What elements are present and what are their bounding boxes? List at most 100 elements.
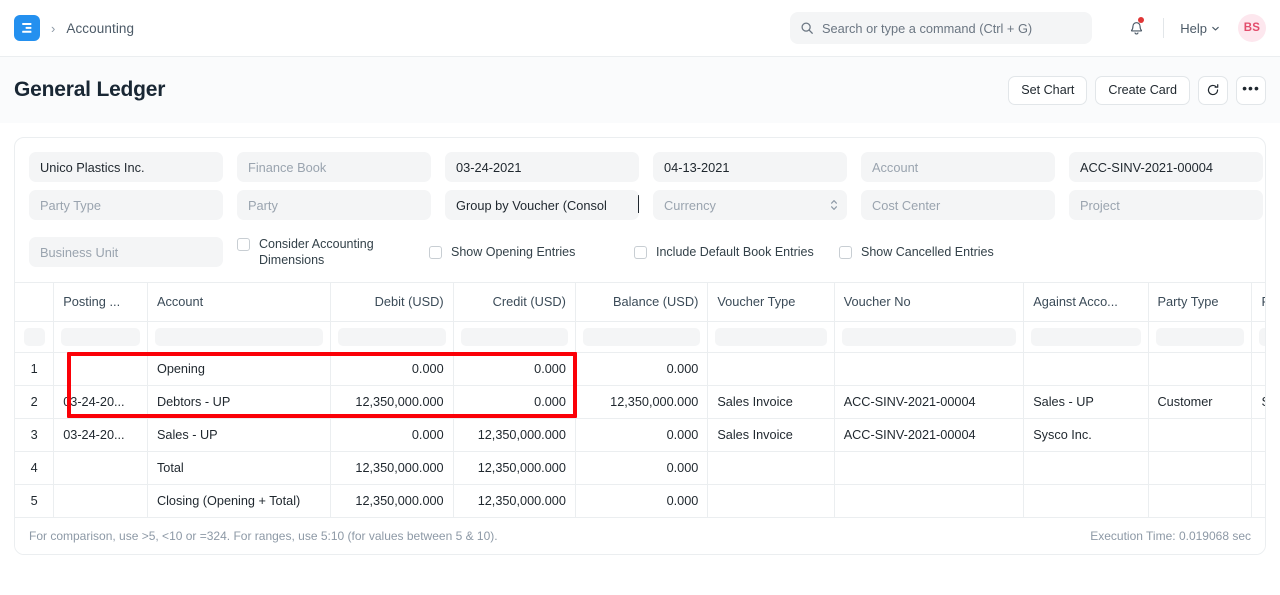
table-cell-balance[interactable]: 0.000 <box>575 484 707 517</box>
stepper-icon[interactable] <box>830 198 838 212</box>
column-filter-field[interactable] <box>155 328 323 346</box>
table-header-cell[interactable]: Voucher No <box>834 283 1024 321</box>
table-cell-party-type[interactable] <box>1148 484 1252 517</box>
table-cell-credit[interactable]: 12,350,000.000 <box>453 484 575 517</box>
checkbox-show-cancelled-entries[interactable]: Show Cancelled Entries <box>839 244 994 260</box>
table-cell-debit[interactable]: 0.000 <box>331 418 453 451</box>
global-search[interactable]: Search or type a command (Ctrl + G) <box>790 12 1092 44</box>
table-cell-balance[interactable]: 0.000 <box>575 451 707 484</box>
column-filter-field[interactable] <box>583 328 700 346</box>
table-header-cell[interactable]: Posting ... <box>54 283 148 321</box>
table-header-cell[interactable]: Voucher Type <box>708 283 834 321</box>
filter-to-date[interactable]: 04-13-2021 <box>653 152 847 182</box>
table-header-cell[interactable]: Balance (USD) <box>575 283 707 321</box>
table-header-cell[interactable]: Against Acco... <box>1024 283 1148 321</box>
table-header-cell[interactable]: Credit (USD) <box>453 283 575 321</box>
table-cell-against-account[interactable] <box>1024 352 1148 385</box>
table-cell-posting-date[interactable] <box>54 451 148 484</box>
filter-account[interactable]: Account <box>861 152 1055 182</box>
column-filter-field[interactable] <box>61 328 140 346</box>
table-cell-credit[interactable]: 0.000 <box>453 385 575 418</box>
table-cell-account[interactable]: Opening <box>147 352 330 385</box>
column-filter-input[interactable] <box>708 321 834 352</box>
table-cell-account[interactable]: Total <box>147 451 330 484</box>
table-header-index[interactable] <box>15 283 54 321</box>
erpnext-logo-icon[interactable] <box>14 15 40 41</box>
column-filter-input[interactable] <box>1148 321 1252 352</box>
table-row[interactable]: 4Total12,350,000.00012,350,000.0000.000 <box>15 451 1266 484</box>
table-cell-against-account[interactable] <box>1024 451 1148 484</box>
avatar[interactable]: BS <box>1238 14 1266 42</box>
table-cell-against-account[interactable] <box>1024 484 1148 517</box>
table-cell-posting-date[interactable] <box>54 484 148 517</box>
table-cell-party-type[interactable]: Customer <box>1148 385 1252 418</box>
filter-group-by[interactable]: Group by Voucher (Consol <box>445 190 639 220</box>
table-cell-against-account[interactable]: Sysco Inc. <box>1024 418 1148 451</box>
table-cell-account[interactable]: Sales - UP <box>147 418 330 451</box>
table-row[interactable]: 5Closing (Opening + Total)12,350,000.000… <box>15 484 1266 517</box>
table-header-cell[interactable]: Account <box>147 283 330 321</box>
table-header-cell[interactable]: Party <box>1252 283 1266 321</box>
table-cell-voucher-type[interactable] <box>708 484 834 517</box>
refresh-button[interactable] <box>1198 76 1228 105</box>
table-cell-party-type[interactable] <box>1148 418 1252 451</box>
table-row[interactable]: 1Opening0.0000.0000.000 <box>15 352 1266 385</box>
table-cell-party[interactable] <box>1252 484 1266 517</box>
column-filter-input[interactable] <box>834 321 1024 352</box>
table-cell-posting-date[interactable]: 03-24-20... <box>54 385 148 418</box>
table-cell-balance[interactable]: 0.000 <box>575 352 707 385</box>
filter-currency[interactable]: Currency <box>653 190 847 220</box>
column-filter-field[interactable] <box>461 328 568 346</box>
table-cell-against-account[interactable]: Sales - UP <box>1024 385 1148 418</box>
column-filter-input[interactable] <box>575 321 707 352</box>
notifications-button[interactable] <box>1119 12 1153 44</box>
table-cell-credit[interactable]: 12,350,000.000 <box>453 418 575 451</box>
create-card-button[interactable]: Create Card <box>1095 76 1190 105</box>
column-filter-field[interactable] <box>1031 328 1140 346</box>
table-header-cell[interactable]: Party Type <box>1148 283 1252 321</box>
table-cell-account[interactable]: Debtors - UP <box>147 385 330 418</box>
table-cell-balance[interactable]: 0.000 <box>575 418 707 451</box>
table-cell-party[interactable] <box>1252 418 1266 451</box>
filter-company[interactable]: Unico Plastics Inc. <box>29 152 223 182</box>
filter-party[interactable]: Party <box>237 190 431 220</box>
table-cell-credit[interactable]: 12,350,000.000 <box>453 451 575 484</box>
set-chart-button[interactable]: Set Chart <box>1008 76 1087 105</box>
column-filter-input[interactable] <box>15 321 54 352</box>
table-cell-voucher-type[interactable]: Sales Invoice <box>708 385 834 418</box>
table-cell-account[interactable]: Closing (Opening + Total) <box>147 484 330 517</box>
column-filter-input[interactable] <box>331 321 453 352</box>
column-filter-field[interactable] <box>842 328 1017 346</box>
checkbox-consider-accounting-dimensions[interactable]: Consider Accounting Dimensions <box>237 236 429 268</box>
table-cell-voucher-no[interactable] <box>834 352 1024 385</box>
column-filter-field[interactable] <box>338 328 445 346</box>
table-cell-party[interactable] <box>1252 352 1266 385</box>
checkbox-show-opening-entries[interactable]: Show Opening Entries <box>429 244 634 260</box>
table-cell-voucher-no[interactable]: ACC-SINV-2021-00004 <box>834 385 1024 418</box>
checkbox-box-icon[interactable] <box>634 246 647 259</box>
column-filter-input[interactable] <box>54 321 148 352</box>
column-filter-input[interactable] <box>147 321 330 352</box>
table-cell-party-type[interactable] <box>1148 451 1252 484</box>
column-filter-input[interactable] <box>1252 321 1266 352</box>
column-filter-input[interactable] <box>453 321 575 352</box>
search-input[interactable]: Search or type a command (Ctrl + G) <box>822 21 1032 36</box>
table-cell-balance[interactable]: 12,350,000.000 <box>575 385 707 418</box>
table-row[interactable]: 303-24-20...Sales - UP0.00012,350,000.00… <box>15 418 1266 451</box>
filter-project[interactable]: Project <box>1069 190 1263 220</box>
table-row[interactable]: 203-24-20...Debtors - UP12,350,000.0000.… <box>15 385 1266 418</box>
table-cell-voucher-no[interactable] <box>834 484 1024 517</box>
checkbox-box-icon[interactable] <box>237 238 250 251</box>
filter-voucher-no[interactable]: ACC-SINV-2021-00004 <box>1069 152 1263 182</box>
table-cell-debit[interactable]: 0.000 <box>331 352 453 385</box>
column-filter-field[interactable] <box>1156 328 1245 346</box>
column-filter-field[interactable] <box>1259 328 1266 346</box>
checkbox-box-icon[interactable] <box>429 246 442 259</box>
table-cell-credit[interactable]: 0.000 <box>453 352 575 385</box>
checkbox-box-icon[interactable] <box>839 246 852 259</box>
table-cell-party[interactable]: Sysco Inc. <box>1252 385 1266 418</box>
column-filter-field[interactable] <box>24 328 45 346</box>
table-cell-party[interactable] <box>1252 451 1266 484</box>
table-cell-voucher-type[interactable] <box>708 451 834 484</box>
filter-party-type[interactable]: Party Type <box>29 190 223 220</box>
